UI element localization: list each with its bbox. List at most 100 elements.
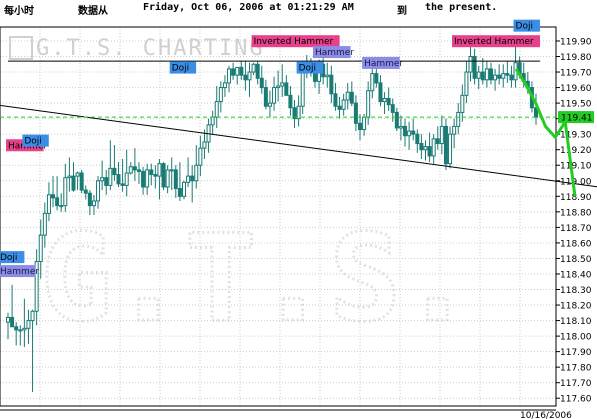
candle-body <box>173 169 178 190</box>
candle-body <box>374 73 379 84</box>
candle-body <box>55 197 60 207</box>
candle-body <box>386 97 391 106</box>
candle-body <box>456 111 461 127</box>
candle-body <box>300 71 305 107</box>
candle-body <box>378 82 383 103</box>
y-tick-label: 119.20 <box>560 146 592 156</box>
y-tick-label: 119.10 <box>560 162 592 172</box>
candle-body <box>38 234 43 263</box>
candle-body <box>222 82 227 89</box>
candle-body <box>353 102 358 124</box>
candle-body <box>87 192 92 207</box>
candle-body <box>194 164 199 182</box>
y-tick-label: 119.50 <box>560 100 592 110</box>
candle-body <box>366 90 371 118</box>
candle-body <box>349 91 354 104</box>
candle-body <box>501 73 506 79</box>
candle-body <box>63 177 68 207</box>
pattern-label: Doji <box>172 64 189 74</box>
candle-body <box>30 310 35 322</box>
y-tick-label: 117.90 <box>560 348 592 358</box>
candle-body <box>202 141 207 149</box>
y-tick-label: 119.80 <box>560 53 592 63</box>
candle-body <box>18 329 23 332</box>
candle-body <box>419 142 424 151</box>
y-tick-label: 117.60 <box>560 395 592 405</box>
candle-body <box>71 175 76 191</box>
candle-body <box>83 189 88 194</box>
pattern-label: Doji <box>0 253 17 263</box>
candle-body <box>255 63 260 79</box>
candle-body <box>218 87 223 103</box>
candle-body <box>452 125 457 135</box>
candle-body <box>75 172 80 177</box>
pattern-label: Doji <box>516 22 533 32</box>
candle-body <box>272 87 277 104</box>
candle-body <box>190 175 195 182</box>
pattern-label: Hammer <box>0 267 39 277</box>
candle-body <box>448 133 453 165</box>
candle-body <box>251 63 256 73</box>
candle-body <box>186 175 191 183</box>
watermark-logo-icon <box>9 36 33 60</box>
pattern-label: Hammer <box>315 48 354 58</box>
candle-body <box>116 174 121 185</box>
candle-body <box>22 327 27 331</box>
y-tick-label: 118.80 <box>560 208 592 218</box>
candle-body <box>136 169 141 172</box>
candle-body <box>263 87 268 107</box>
candle-body <box>415 133 420 144</box>
candle-body <box>149 169 154 176</box>
y-tick-label: 118.60 <box>560 239 592 249</box>
candle-body <box>398 125 403 129</box>
candle-body <box>488 68 493 81</box>
candle-body <box>358 122 362 131</box>
candle-body <box>210 116 215 126</box>
candle-body <box>79 172 84 191</box>
y-tick-label: 118.50 <box>560 255 592 265</box>
candle-body <box>46 194 51 214</box>
candle-body <box>227 68 232 84</box>
candle-body <box>247 71 252 81</box>
y-tick-label: 118.00 <box>560 333 592 343</box>
y-tick-label: 118.30 <box>560 286 592 296</box>
candle-body <box>214 101 219 118</box>
y-tick-label: 118.70 <box>560 224 592 234</box>
y-tick-label: 117.80 <box>560 364 592 374</box>
candle-body <box>235 66 240 76</box>
y-tick-label: 119.70 <box>560 69 592 79</box>
candle-body <box>120 183 125 186</box>
candle-body <box>460 94 465 113</box>
candle-body <box>243 74 248 81</box>
candle-body <box>267 102 272 107</box>
candle-body <box>157 163 162 177</box>
candle-body <box>370 73 375 92</box>
watermark-big-text: G.T.S. <box>40 210 473 349</box>
watermark-logo-text: G.T.S. CHARTING <box>36 36 265 61</box>
candle-body <box>423 146 428 151</box>
candlestick-chart: G.T.S. CHARTING G.T.S. 119.90 119.80 119.70 1… <box>0 19 597 419</box>
candle-body <box>325 74 330 78</box>
candle-body <box>476 71 481 79</box>
candle-body <box>128 166 133 174</box>
candle-body <box>411 130 416 135</box>
pattern-label: Inverted Hammer <box>254 37 334 47</box>
candle-body <box>345 91 350 101</box>
candle-body <box>108 167 113 186</box>
candle-body <box>112 167 117 176</box>
pattern-label: Doji <box>299 64 316 74</box>
candle-body <box>14 326 19 331</box>
candle-body <box>337 105 342 110</box>
candle-body <box>96 180 101 202</box>
candle-body <box>10 316 15 328</box>
candle-body <box>239 66 244 76</box>
candle-body <box>472 56 477 79</box>
candle-body <box>464 71 469 96</box>
candle-body <box>382 97 387 103</box>
candle-body <box>427 146 432 157</box>
candle-body <box>145 169 150 188</box>
x-tick-label: 10/16/2006 <box>520 411 572 419</box>
candle-body <box>480 71 485 81</box>
y-tick-label: 119.30 <box>560 131 592 141</box>
candle-body <box>468 56 473 73</box>
